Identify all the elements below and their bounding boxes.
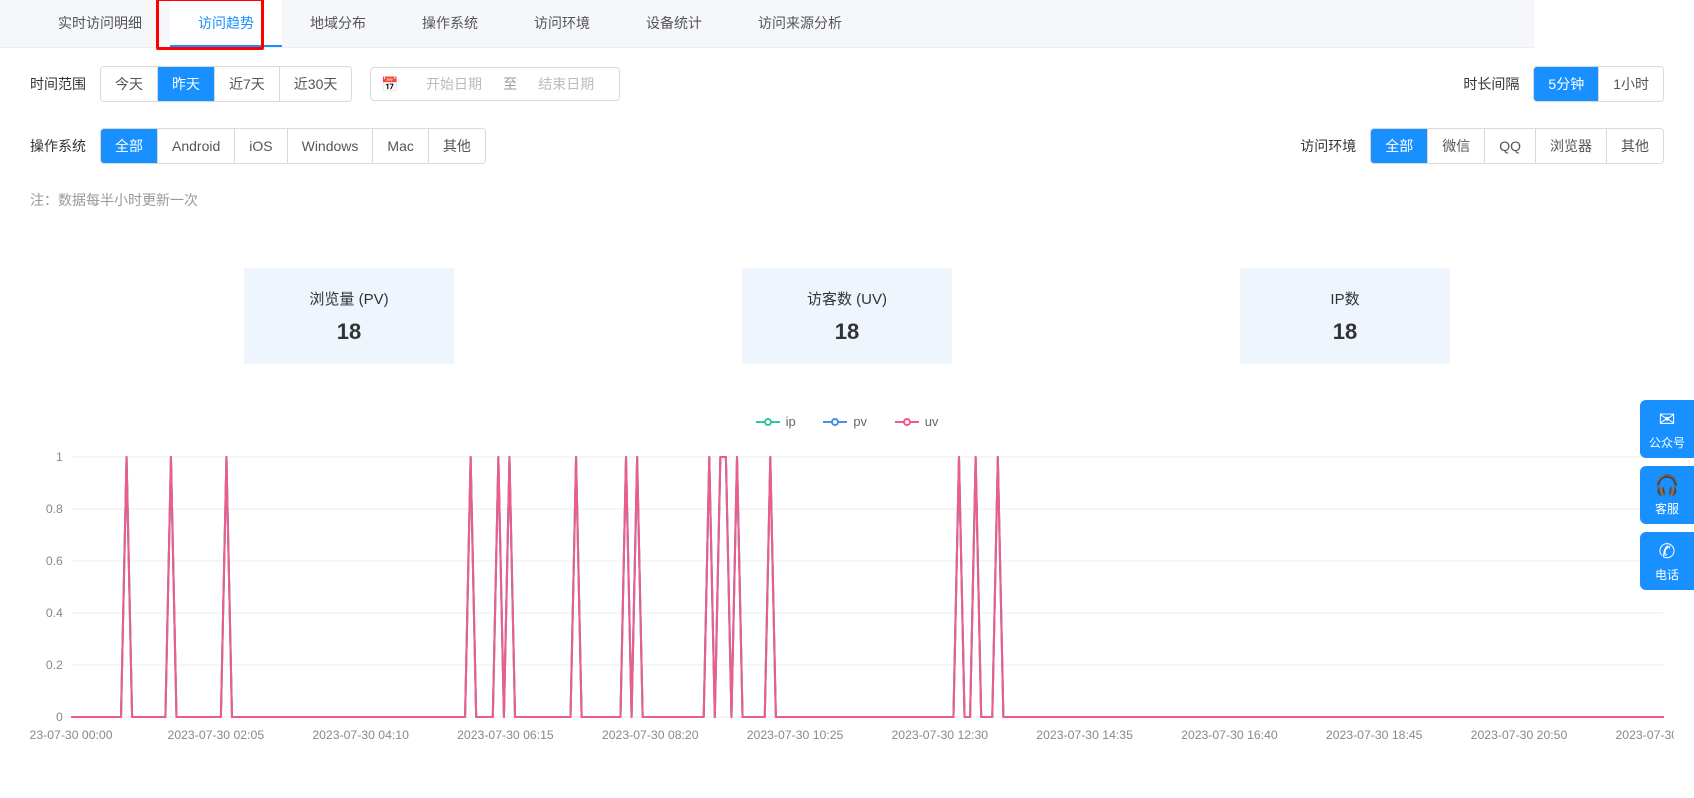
svg-text:23-07-30 00:00: 23-07-30 00:00 [30,728,113,742]
time-range-group: 今天 昨天 近7天 近30天 [100,66,352,102]
float-wechat[interactable]: ✉公众号 [1640,400,1694,458]
stats-row: 浏览量 (PV) 18 访客数 (UV) 18 IP数 18 [0,228,1694,384]
range-last7[interactable]: 近7天 [215,67,280,101]
date-separator: 至 [497,74,523,94]
end-date-placeholder: 结束日期 [523,74,609,94]
tab-os[interactable]: 操作系统 [394,0,506,47]
legend-pv[interactable]: pv [823,414,867,429]
stat-pv: 浏览量 (PV) 18 [244,268,454,364]
os-windows[interactable]: Windows [288,129,374,163]
svg-text:1: 1 [56,450,63,464]
svg-text:2023-07-30 06:15: 2023-07-30 06:15 [457,728,554,742]
headset-icon: 🎧 [1655,473,1680,498]
svg-text:2023-07-30 08:20: 2023-07-30 08:20 [602,728,699,742]
svg-text:2023-07-30 14:35: 2023-07-30 14:35 [1036,728,1133,742]
svg-text:2023-07-30 02:05: 2023-07-30 02:05 [168,728,265,742]
range-last30[interactable]: 近30天 [280,67,352,101]
legend-ip[interactable]: ip [756,414,796,429]
svg-text:2023-07-30 12:30: 2023-07-30 12:30 [892,728,989,742]
stat-ip: IP数 18 [1240,268,1450,364]
time-range-label: 时间范围 [30,74,100,94]
env-label: 访问环境 [1300,136,1356,156]
interval-1hour[interactable]: 1小时 [1599,67,1663,101]
stat-uv-value: 18 [835,319,859,345]
stat-uv-label: 访客数 (UV) [807,288,887,309]
os-ios[interactable]: iOS [235,129,287,163]
svg-text:0.4: 0.4 [46,606,63,620]
svg-text:2023-07-30 18:45: 2023-07-30 18:45 [1326,728,1423,742]
env-all[interactable]: 全部 [1371,129,1428,163]
os-other[interactable]: 其他 [429,129,485,163]
wechat-icon: ✉ [1659,407,1676,432]
trend-chart: 0 0.2 0.4 0.6 0.8 1 23-07-30 00:00 2023-07-30 0… [20,447,1674,747]
date-range-picker[interactable]: 📅 开始日期 至 结束日期 [370,67,620,101]
stat-uv: 访客数 (UV) 18 [742,268,952,364]
svg-text:2023-07-30 20:50: 2023-07-30 20:50 [1471,728,1568,742]
tab-trend[interactable]: 访问趋势 [170,0,282,47]
interval-group: 5分钟 1小时 [1533,66,1664,102]
interval-5min[interactable]: 5分钟 [1534,67,1599,101]
start-date-placeholder: 开始日期 [411,74,497,94]
os-all[interactable]: 全部 [101,129,158,163]
tab-referrer[interactable]: 访问来源分析 [730,0,870,47]
env-browser[interactable]: 浏览器 [1536,129,1607,163]
svg-text:2023-07-30 22:55: 2023-07-30 22:55 [1615,728,1674,742]
os-group: 全部 Android iOS Windows Mac 其他 [100,128,486,164]
svg-text:2023-07-30 16:40: 2023-07-30 16:40 [1181,728,1278,742]
svg-text:2023-07-30 04:10: 2023-07-30 04:10 [312,728,409,742]
stat-pv-value: 18 [337,319,361,345]
svg-text:2023-07-30 10:25: 2023-07-30 10:25 [747,728,844,742]
stat-ip-label: IP数 [1330,288,1359,309]
legend-uv[interactable]: uv [895,414,939,429]
env-wechat[interactable]: 微信 [1428,129,1485,163]
float-phone[interactable]: ✆电话 [1640,532,1694,590]
env-group: 全部 微信 QQ 浏览器 其他 [1370,128,1664,164]
range-today[interactable]: 今天 [101,67,158,101]
env-qq[interactable]: QQ [1485,129,1536,163]
interval-label: 时长间隔 [1463,74,1519,94]
range-yesterday[interactable]: 昨天 [158,67,215,101]
svg-text:0: 0 [56,710,63,724]
stat-pv-label: 浏览量 (PV) [309,288,388,309]
tab-env[interactable]: 访问环境 [506,0,618,47]
svg-text:0.6: 0.6 [46,554,63,568]
chart-legend: ip pv uv [20,414,1674,431]
phone-icon: ✆ [1659,539,1676,564]
stat-ip-value: 18 [1333,319,1357,345]
tab-region[interactable]: 地域分布 [282,0,394,47]
svg-text:0.2: 0.2 [46,658,63,672]
os-android[interactable]: Android [158,129,235,163]
os-label: 操作系统 [30,136,100,156]
tab-device[interactable]: 设备统计 [618,0,730,47]
float-service[interactable]: 🎧客服 [1640,466,1694,524]
tab-realtime[interactable]: 实时访问明细 [30,0,170,47]
os-mac[interactable]: Mac [373,129,428,163]
env-other[interactable]: 其他 [1607,129,1663,163]
refresh-note: 注：数据每半小时更新一次 [0,172,1694,228]
calendar-icon: 📅 [381,76,398,93]
analytics-tabs: 实时访问明细 访问趋势 地域分布 操作系统 访问环境 设备统计 访问来源分析 [0,0,1534,48]
svg-text:0.8: 0.8 [46,502,63,516]
